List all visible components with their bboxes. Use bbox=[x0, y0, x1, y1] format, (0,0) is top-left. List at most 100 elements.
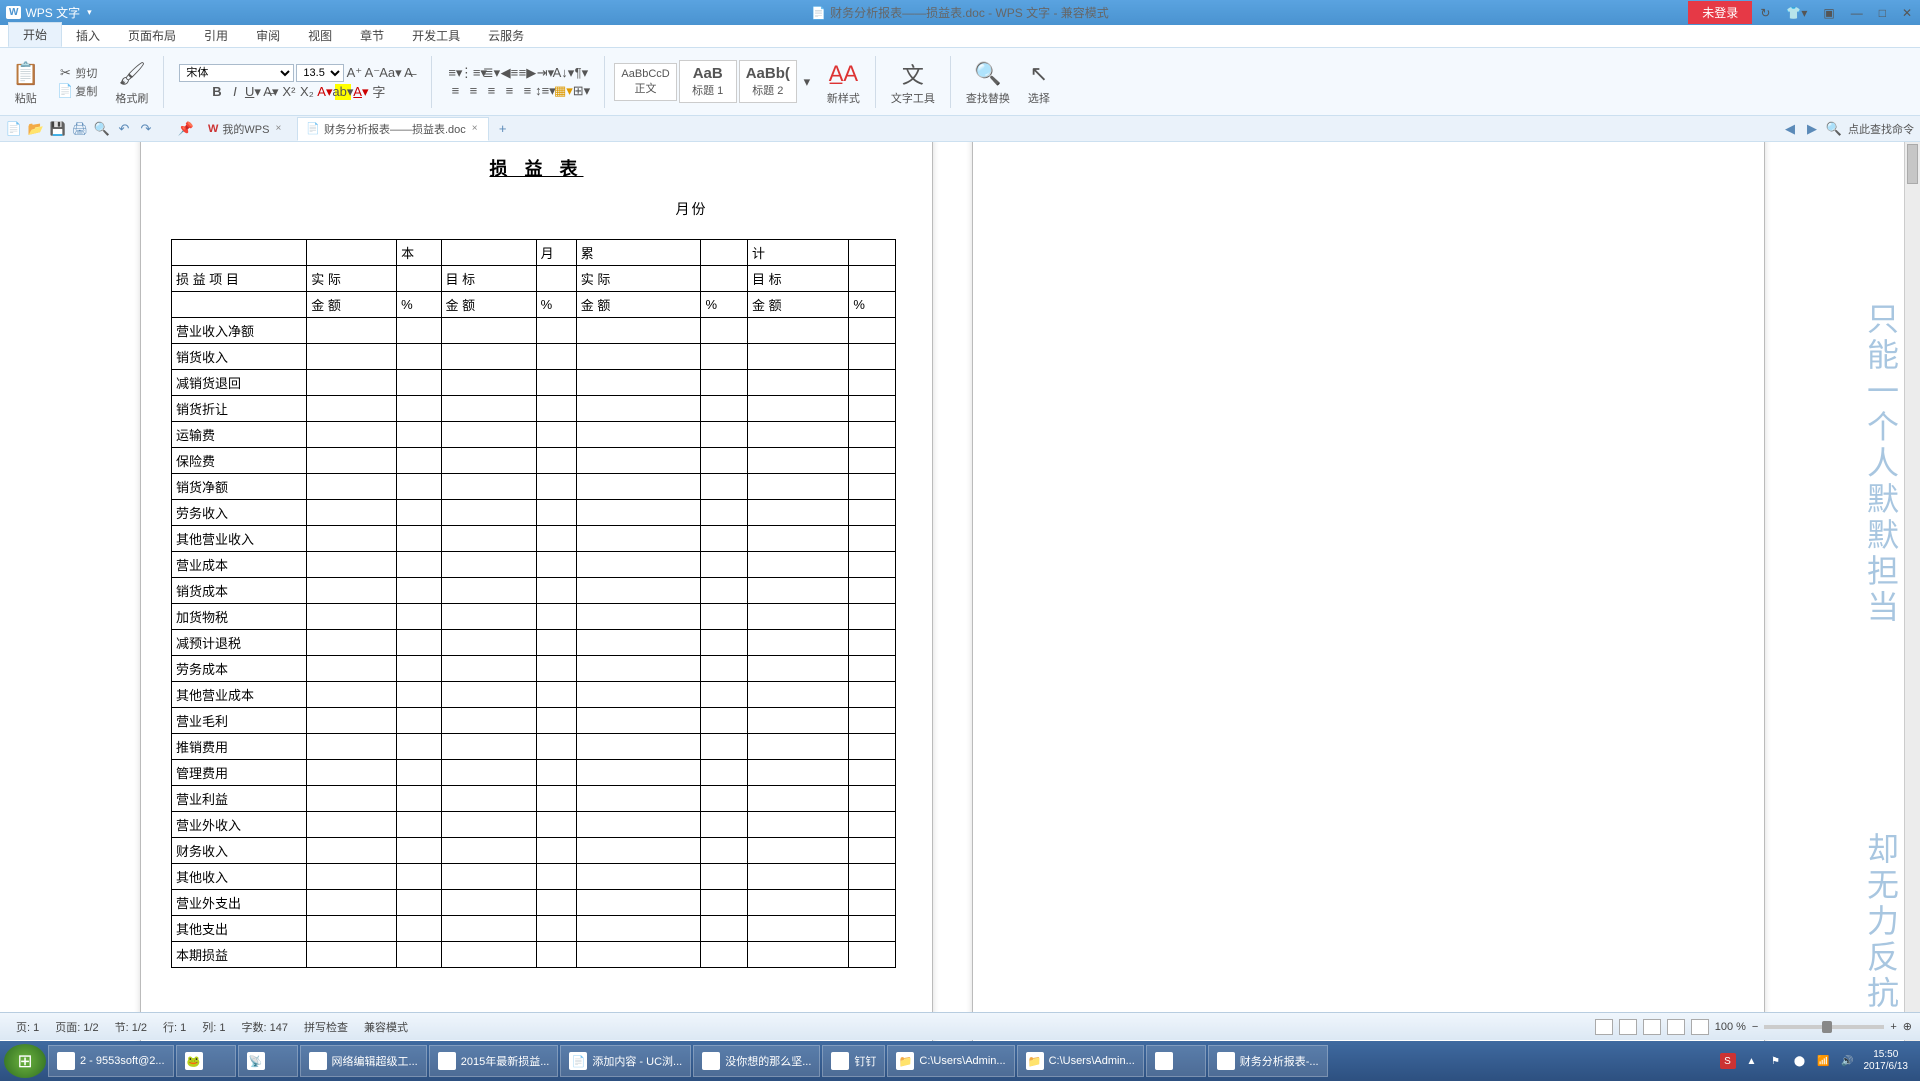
bold-icon[interactable]: B bbox=[209, 84, 225, 100]
taskbar-app[interactable]: W财务分析报表-... bbox=[1208, 1045, 1328, 1077]
clear-format-icon[interactable]: A̶ bbox=[400, 65, 416, 81]
status-section[interactable]: 节: 1/2 bbox=[107, 1019, 155, 1035]
scrollbar-thumb[interactable] bbox=[1907, 144, 1918, 184]
shrink-font-icon[interactable]: A⁻ bbox=[364, 65, 380, 81]
taskbar-app[interactable]: 📄添加内容 - UC浏... bbox=[560, 1045, 691, 1077]
font-size-select[interactable]: 13.5 bbox=[296, 64, 344, 82]
tray-network-icon[interactable]: 📶 bbox=[1816, 1053, 1832, 1069]
zoom-value[interactable]: 100 % bbox=[1715, 1021, 1746, 1033]
minimize-button[interactable]: — bbox=[1843, 6, 1871, 20]
taskbar-app[interactable]: U2015年最新损益... bbox=[429, 1045, 559, 1077]
cut-label[interactable]: 剪切 bbox=[75, 65, 97, 81]
shading-icon[interactable]: ▦▾ bbox=[555, 83, 571, 99]
start-button[interactable]: ⊞ bbox=[4, 1044, 46, 1078]
qat-pin-icon[interactable]: 📌 bbox=[178, 121, 194, 137]
copy-label[interactable]: 复制 bbox=[75, 83, 97, 99]
zoom-in-icon[interactable]: + bbox=[1890, 1021, 1896, 1033]
taskbar-clock[interactable]: 15:50 2017/6/13 bbox=[1864, 1049, 1909, 1073]
taskbar-app[interactable]: 📁C:\Users\Admin... bbox=[1017, 1045, 1144, 1077]
fit-icon[interactable]: ⊕ bbox=[1903, 1020, 1912, 1033]
style-heading1[interactable]: AaB标题 1 bbox=[679, 60, 737, 103]
maximize-button[interactable]: □ bbox=[1871, 6, 1894, 20]
align-left-icon[interactable]: ≡ bbox=[447, 83, 463, 99]
align-justify-icon[interactable]: ≡ bbox=[501, 83, 517, 99]
line-spacing-icon[interactable]: ↕≡▾ bbox=[537, 83, 553, 99]
tab-mywps[interactable]: W 我的WPS × bbox=[200, 118, 291, 140]
taskbar-app[interactable]: 📁C:\Users\Admin... bbox=[887, 1045, 1014, 1077]
taskbar-app[interactable]: 📡 bbox=[238, 1045, 298, 1077]
close-doc-tab-icon[interactable]: × bbox=[470, 123, 480, 134]
document-canvas[interactable]: 损 益 表 月份 本月累计损 益 项 目实 际目 标实 际目 标金 额%金 额%… bbox=[0, 142, 1920, 1052]
close-tab-icon[interactable]: × bbox=[273, 123, 283, 134]
style-heading2[interactable]: AaBb(标题 2 bbox=[739, 60, 797, 103]
tab-section[interactable]: 章节 bbox=[346, 24, 398, 47]
increase-indent-icon[interactable]: ≡▶ bbox=[519, 65, 535, 81]
font-name-select[interactable]: 宋体 bbox=[179, 64, 294, 82]
taskbar-app[interactable]: Fz2 - 9553soft@2... bbox=[48, 1045, 174, 1077]
close-button[interactable]: ✕ bbox=[1894, 6, 1920, 20]
tray-volume-icon[interactable]: 🔊 bbox=[1840, 1053, 1856, 1069]
qat-undo-icon[interactable]: ↶ bbox=[116, 121, 132, 137]
sync-icon[interactable]: ↻ bbox=[1752, 6, 1778, 20]
app-menu-dropdown-icon[interactable]: ▾ bbox=[84, 7, 95, 18]
taskbar-app[interactable]: 🐸 bbox=[176, 1045, 236, 1077]
view-web-icon[interactable] bbox=[1667, 1019, 1685, 1035]
numbering-icon[interactable]: ⋮≡▾ bbox=[465, 65, 481, 81]
taskbar-app[interactable]: e bbox=[1146, 1045, 1206, 1077]
tray-flag-icon[interactable]: ⚑ bbox=[1768, 1053, 1784, 1069]
tab-cloud[interactable]: 云服务 bbox=[474, 24, 538, 47]
qat-redo-icon[interactable]: ↷ bbox=[138, 121, 154, 137]
taskbar-app[interactable]: ✓钉钉 bbox=[822, 1045, 885, 1077]
distribute-icon[interactable]: ≡ bbox=[519, 83, 535, 99]
skin-icon[interactable]: 👕▾ bbox=[1778, 6, 1815, 20]
zoom-out-icon[interactable]: − bbox=[1752, 1021, 1758, 1033]
style-gallery-more-icon[interactable]: ▾ bbox=[799, 74, 815, 90]
phonetic-icon[interactable]: 字 bbox=[371, 84, 387, 100]
show-marks-icon[interactable]: ¶▾ bbox=[573, 65, 589, 81]
new-style-button[interactable]: A̲A 新样式 bbox=[821, 58, 866, 106]
subscript-icon[interactable]: X₂ bbox=[299, 84, 315, 100]
multilevel-icon[interactable]: ≣▾ bbox=[483, 65, 499, 81]
align-center-icon[interactable]: ≡ bbox=[465, 83, 481, 99]
select-button[interactable]: ↖ 选择 bbox=[1022, 58, 1056, 106]
tab-char-icon[interactable]: ⇥▾ bbox=[537, 65, 553, 81]
tab-dev[interactable]: 开发工具 bbox=[398, 24, 474, 47]
underline-icon[interactable]: U▾ bbox=[245, 84, 261, 100]
superscript-icon[interactable]: X² bbox=[281, 84, 297, 100]
decrease-indent-icon[interactable]: ◀≡ bbox=[501, 65, 517, 81]
tray-input-icon[interactable]: S bbox=[1720, 1053, 1736, 1069]
tab-reference[interactable]: 引用 bbox=[190, 24, 242, 47]
tab-start[interactable]: 开始 bbox=[8, 22, 62, 47]
taskbar-app[interactable]: K没你想的那么坚... bbox=[693, 1045, 820, 1077]
sort-icon[interactable]: A↓▾ bbox=[555, 65, 571, 81]
search-command-label[interactable]: 点此查找命令 bbox=[1848, 121, 1914, 137]
text-effects-icon[interactable]: A▾ bbox=[317, 84, 333, 100]
qat-open-icon[interactable]: 📂 bbox=[28, 121, 44, 137]
highlight-icon[interactable]: ab▾ bbox=[335, 84, 351, 100]
status-spell[interactable]: 拼写检查 bbox=[296, 1019, 356, 1035]
taskbar-app[interactable]: ✏网络编辑超级工... bbox=[300, 1045, 427, 1077]
grow-font-icon[interactable]: A⁺ bbox=[346, 65, 362, 81]
pin-icon[interactable]: ▣ bbox=[1815, 6, 1842, 20]
borders-icon[interactable]: ⊞▾ bbox=[573, 83, 589, 99]
new-tab-icon[interactable]: + bbox=[495, 121, 511, 137]
tab-review[interactable]: 审阅 bbox=[242, 24, 294, 47]
tab-view[interactable]: 视图 bbox=[294, 24, 346, 47]
login-button[interactable]: 未登录 bbox=[1688, 1, 1752, 24]
qat-new-icon[interactable]: 📄 bbox=[6, 121, 22, 137]
copy-icon[interactable]: 📄 bbox=[57, 83, 73, 99]
tray-up-icon[interactable]: ▲ bbox=[1744, 1053, 1760, 1069]
vertical-scrollbar[interactable] bbox=[1904, 142, 1920, 1052]
find-replace-button[interactable]: 🔍 查找替换 bbox=[960, 58, 1016, 106]
zoom-slider[interactable] bbox=[1764, 1025, 1884, 1029]
tab-insert[interactable]: 插入 bbox=[62, 24, 114, 47]
nav-next-icon[interactable]: ▶ bbox=[1804, 121, 1820, 137]
nav-prev-icon[interactable]: ◀ bbox=[1782, 121, 1798, 137]
view-read-icon[interactable] bbox=[1691, 1019, 1709, 1035]
view-fullscreen-icon[interactable] bbox=[1595, 1019, 1613, 1035]
cut-icon[interactable]: ✂ bbox=[57, 65, 73, 81]
view-print-icon[interactable] bbox=[1619, 1019, 1637, 1035]
change-case-icon[interactable]: Aa▾ bbox=[382, 65, 398, 81]
qat-save-icon[interactable]: 💾 bbox=[50, 121, 66, 137]
tab-layout[interactable]: 页面布局 bbox=[114, 24, 190, 47]
